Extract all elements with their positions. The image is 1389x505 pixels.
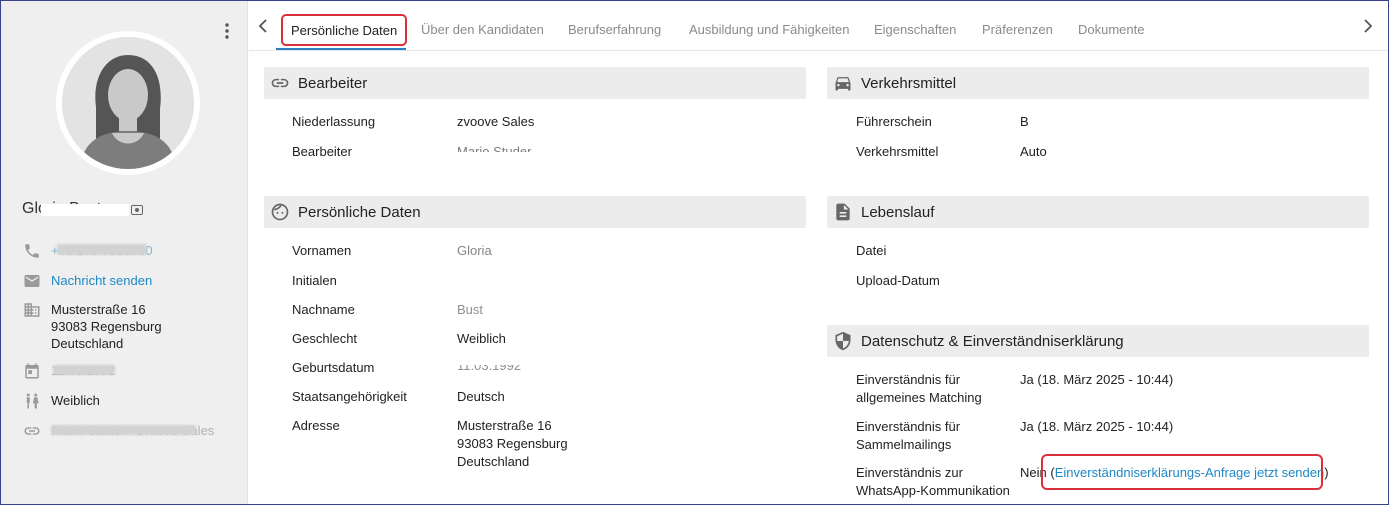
calendar-icon [25,363,39,379]
bearbeiter-label: Bearbeiter [292,144,352,159]
birthdate-text: 11.03.1992 [51,362,115,379]
birthdate-redaction [53,365,115,375]
phone-redaction [57,244,147,255]
mail-icon [24,275,40,287]
link-icon [24,427,40,435]
section-title: Bearbeiter [298,74,368,92]
chevron-right-icon[interactable] [1360,16,1376,36]
verkehrsmittel-label: Verkehrsmittel [856,144,939,159]
niederlassung-label: Niederlassung [292,114,376,129]
tab-ueber-den-kandidaten[interactable]: Über den Kandidaten [421,15,544,47]
section-title: Persönliche Daten [298,203,421,221]
phone-icon [25,244,39,258]
active-tab-indicator [276,48,406,50]
matching-label: Einverständnis für allgemeines Matching [856,371,982,407]
candidate-sidebar: Gloria Buston +49 176 7688730 Nachricht … [1,1,248,504]
niederlassung-value: zvoove Sales [457,114,535,129]
address-line-1: Musterstraße 16 [51,302,146,317]
datei-label: Datei [856,243,887,258]
staatsangehoerigkeit-label: Staatsangehörigkeit [292,389,407,404]
avatar-placeholder-icon [62,37,194,169]
phone-number[interactable]: +49 176 7688730 [51,242,153,259]
address-line-2: 93083 Regensburg [51,319,162,334]
section-title: Verkehrsmittel [861,74,957,92]
tab-bar: Persönliche Daten Über den Kandidaten Be… [249,1,1388,51]
shield-icon [835,331,851,351]
gender-text: Weiblich [51,393,100,408]
section-verkehrsmittel: Verkehrsmittel [827,67,1369,99]
face-icon [271,203,289,221]
geschlecht-label: Geschlecht [292,331,358,346]
sammel-label-line-1: Einverständnis für [856,419,961,434]
phone-row[interactable]: +49 176 7688730 [23,242,153,260]
section-title: Datenschutz & Einverständniserklärung [861,332,1124,350]
more-options-icon[interactable] [220,23,234,41]
geschlecht-value: Weiblich [457,331,506,346]
building-icon [24,303,40,317]
consent-link-highlight [1041,454,1323,490]
chevron-left-icon[interactable] [255,16,271,36]
nachname-value: Buston [457,302,483,317]
whatsapp-value-suffix: ) [1324,465,1329,480]
document-icon [836,203,850,221]
upload-datum-label: Upload-Datum [856,273,940,288]
owner-text: Mario Studer - zvoove Sales [51,422,214,439]
send-message-row[interactable]: Nachricht senden [23,272,152,290]
address-text: Musterstraße 16 93083 Regensburg Deutsch… [51,301,162,352]
vornamen-label: Vornamen [292,243,352,258]
geburtsdatum-value: 11.03.1992 [457,365,522,373]
tab-berufserfahrung[interactable]: Berufserfahrung [568,15,661,47]
section-lebenslauf: Lebenslauf [827,196,1369,228]
adresse-line-3: Deutschland [457,454,530,469]
section-datenschutz: Datenschutz & Einverständniserklärung [827,325,1369,357]
geburtsdatum-label: Geburtsdatum [292,360,375,375]
address-row: Musterstraße 16 93083 Regensburg Deutsch… [23,301,162,352]
birthdate-row: 11.03.1992 [23,362,115,380]
whatsapp-label: Einverständnis zur WhatsApp-Kommunikatio… [856,464,1010,500]
send-message-link[interactable]: Nachricht senden [51,272,152,289]
people-icon [26,393,39,409]
adresse-label: Adresse [292,418,340,433]
fuehrerschein-value: B [1020,114,1029,129]
matching-label-line-2: allgemeines Matching [856,390,982,405]
nachname-label: Nachname [292,302,355,317]
gender-row: Weiblich [23,392,100,410]
name-redaction [41,204,129,216]
matching-label-line-1: Einverständnis für [856,372,961,387]
verkehrsmittel-value: Auto [1020,144,1047,159]
bearbeiter-value: Mario Studer [457,144,532,152]
adresse-line-2: 93083 Regensburg [457,436,568,451]
car-icon [835,77,851,91]
section-persoenliche-daten: Persönliche Daten [264,196,806,228]
whatsapp-label-line-2: WhatsApp-Kommunikation [856,483,1010,498]
section-bearbeiter: Bearbeiter [264,67,806,99]
initialen-label: Initialen [292,273,337,288]
tab-persoenliche-daten[interactable]: Persönliche Daten [281,14,408,46]
adresse-value: Musterstraße 16 93083 Regensburg Deutsch… [457,417,568,471]
tab-praeferenzen[interactable]: Präferenzen [982,15,1053,47]
fuehrerschein-label: Führerschein [856,114,932,129]
adresse-line-1: Musterstraße 16 [457,418,552,433]
owner-row: Mario Studer - zvoove Sales [23,422,214,440]
tab-ausbildung[interactable]: Ausbildung und Fähigkeiten [689,15,849,47]
tab-dokumente[interactable]: Dokumente [1078,15,1144,47]
link-icon [271,78,289,88]
avatar [56,31,200,175]
matching-value: Ja (18. März 2025 - 10:44) [1020,372,1174,387]
address-line-3: Deutschland [51,336,124,351]
staatsangehoerigkeit-value: Deutsch [457,389,505,404]
owner-redaction [51,425,196,435]
whatsapp-label-line-1: Einverständnis zur [856,465,963,480]
visibility-icon[interactable] [131,205,143,215]
sammelmailings-value: Ja (18. März 2025 - 10:44) [1020,419,1174,434]
section-title: Lebenslauf [861,203,935,221]
sammelmailings-label: Einverständnis für Sammelmailings [856,418,960,454]
vornamen-value: Gloria [457,243,492,256]
sammel-label-line-2: Sammelmailings [856,437,952,452]
tab-eigenschaften[interactable]: Eigenschaften [874,15,956,47]
